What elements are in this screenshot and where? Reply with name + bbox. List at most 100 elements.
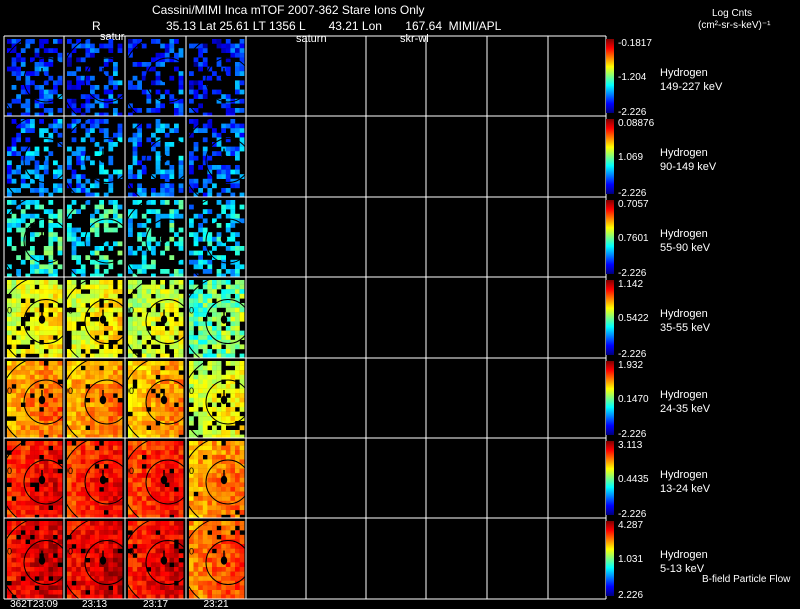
- pixel: [94, 397, 100, 403]
- pixel: [151, 473, 156, 478]
- pixel: [71, 482, 77, 488]
- pixel: [34, 397, 40, 403]
- pixel: [128, 434, 133, 438]
- pixel: [174, 388, 179, 394]
- pixel: [151, 514, 156, 518]
- pixel: [178, 293, 184, 299]
- pixel: [80, 298, 86, 304]
- pixel: [53, 585, 58, 591]
- pixel: [128, 316, 133, 322]
- pixel: [155, 397, 161, 403]
- pixel: [221, 209, 226, 214]
- pixel: [137, 321, 142, 327]
- pixel: [30, 487, 35, 492]
- pixel: [25, 103, 31, 109]
- contour-label: 90: [63, 466, 73, 476]
- pixel: [178, 425, 184, 431]
- pixel: [225, 326, 231, 331]
- saturn-marker: [160, 154, 168, 163]
- pixel: [80, 384, 86, 389]
- pixel: [67, 165, 72, 170]
- pixel: [76, 75, 81, 81]
- pixel: [225, 146, 231, 152]
- pixel: [11, 487, 17, 492]
- pixel: [34, 544, 40, 549]
- pixel: [164, 213, 170, 219]
- pixel: [212, 388, 217, 394]
- pixel: [11, 330, 17, 336]
- pixel: [76, 174, 81, 179]
- pixel: [117, 441, 123, 446]
- pixel: [34, 289, 40, 294]
- pixel: [43, 374, 49, 380]
- pixel: [11, 293, 17, 299]
- pixel: [25, 441, 31, 446]
- pixel: [53, 370, 58, 375]
- pixel: [43, 425, 49, 431]
- pixel: [76, 289, 81, 294]
- pixel: [113, 576, 118, 581]
- pixel: [25, 397, 31, 403]
- pixel: [151, 236, 156, 242]
- pixel: [53, 557, 58, 563]
- pixel: [174, 365, 179, 371]
- pixel: [43, 482, 49, 488]
- pixel: [7, 160, 12, 166]
- pixel: [76, 416, 81, 421]
- pixel: [202, 298, 208, 304]
- pixel: [11, 142, 17, 147]
- pixel: [20, 454, 26, 460]
- pixel: [216, 39, 222, 44]
- pixel: [207, 75, 213, 81]
- pixel: [39, 510, 44, 515]
- pixel: [141, 335, 147, 340]
- pixel: [90, 500, 95, 506]
- pixel: [155, 548, 161, 554]
- pixel: [151, 339, 156, 345]
- pixel: [160, 269, 165, 274]
- pixel: [34, 571, 40, 577]
- pixel: [80, 112, 86, 116]
- pixel: [80, 590, 86, 595]
- pixel: [67, 379, 72, 385]
- pixel: [57, 491, 63, 497]
- pixel: [189, 335, 194, 340]
- pixel: [108, 590, 114, 595]
- pixel: [108, 374, 114, 380]
- pixel: [141, 370, 147, 375]
- pixel: [155, 71, 161, 76]
- pixel: [94, 48, 100, 53]
- pixel: [43, 289, 49, 294]
- pixel: [94, 534, 100, 540]
- pixel: [193, 57, 199, 63]
- pixel: [7, 339, 12, 345]
- pixel: [53, 321, 58, 327]
- pixel: [202, 218, 208, 224]
- pixel: [132, 539, 138, 545]
- pixel: [113, 330, 118, 336]
- pixel: [132, 374, 138, 380]
- pixel: [137, 246, 142, 251]
- pixel: [76, 464, 81, 469]
- pixel: [71, 379, 77, 385]
- pixel: [94, 425, 100, 431]
- pixel: [137, 393, 142, 398]
- pixel: [225, 510, 231, 515]
- pixel: [117, 361, 123, 366]
- pixel: [53, 384, 58, 389]
- pixel: [39, 165, 44, 170]
- pixel: [25, 374, 31, 380]
- pixel: [85, 316, 91, 322]
- pixel: [137, 330, 142, 336]
- pixel: [80, 445, 86, 451]
- pixel: [48, 411, 54, 417]
- pixel: [198, 576, 203, 581]
- pixel: [7, 500, 12, 506]
- pixel: [169, 544, 175, 549]
- pixel: [169, 445, 175, 451]
- pixel: [141, 496, 147, 501]
- pixel: [117, 487, 123, 492]
- pixel: [132, 397, 138, 403]
- pixel: [53, 450, 58, 455]
- pixel: [221, 128, 226, 133]
